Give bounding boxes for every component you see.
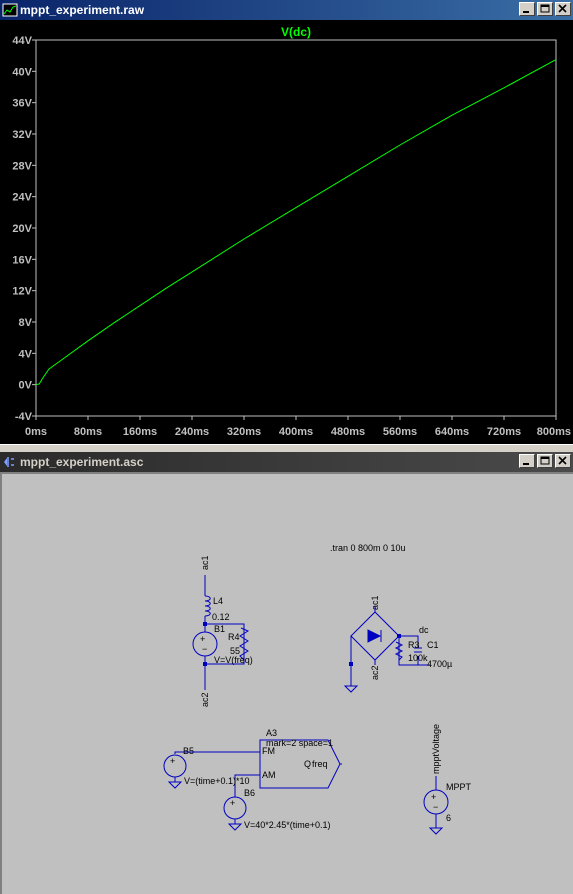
y-tick-label: 4V <box>19 348 33 360</box>
b5-value: V=(time+0.1)*10 <box>184 776 250 786</box>
mppt-minus-sign: − <box>433 802 438 812</box>
a3-name: A3 <box>266 728 277 738</box>
schematic-canvas[interactable]: .tran 0 800m 0 10u ac1 L4 0.12 B1 + − R4… <box>0 472 573 894</box>
a3-fm-pin: FM <box>262 746 275 756</box>
y-tick-label: 36V <box>12 98 32 110</box>
y-tick-label: 12V <box>12 286 32 298</box>
waveform-titlebar[interactable]: mppt_experiment.raw <box>0 0 573 20</box>
minimize-button[interactable] <box>519 454 535 468</box>
net-ac1-bridge: ac1 <box>370 595 380 610</box>
y-tick-label: 16V <box>12 254 32 266</box>
close-button[interactable] <box>555 454 571 468</box>
x-tick-label: 640ms <box>435 426 469 438</box>
y-tick-label: 24V <box>12 192 32 204</box>
x-tick-label: 0ms <box>25 426 47 438</box>
mppt-value: 6 <box>446 813 451 823</box>
junction-dot <box>349 662 353 666</box>
tran-directive[interactable]: .tran 0 800m 0 10u <box>330 543 406 553</box>
schematic-app-icon <box>4 457 14 467</box>
l4-value: 0.12 <box>212 612 230 622</box>
waveform-app-icon <box>2 3 18 17</box>
x-tick-label: 560ms <box>383 426 417 438</box>
trace-label[interactable]: V(dc) <box>281 25 311 39</box>
plot-area[interactable]: V(dc) -4V 0V 4V 8V 12V 16V 20V 24V 28V 32V 36V 40V 4… <box>0 20 573 443</box>
y-tick-label: 40V <box>12 66 32 78</box>
x-tick-label: 400ms <box>279 426 313 438</box>
a3-q-pin: Q <box>304 759 311 769</box>
x-tick-label: 320ms <box>227 426 261 438</box>
b6-value: V=40*2.45*(time+0.1) <box>244 820 331 830</box>
schematic-titlebar[interactable]: mppt_experiment.asc <box>0 452 573 472</box>
r3-name: R3 <box>408 640 420 650</box>
a3-params: mark=2 space=1 <box>266 738 333 748</box>
y-axis: -4V 0V 4V 8V 12V 16V 20V 24V 28V 32V 36V 40V 44V <box>12 35 36 423</box>
junction-dot <box>397 634 401 638</box>
mppt-plus-sign: + <box>431 792 436 802</box>
x-tick-label: 80ms <box>74 426 102 438</box>
series-layer <box>35 59 557 386</box>
y-tick-label: 28V <box>12 160 32 172</box>
r4-name: R4 <box>228 632 240 642</box>
b6-name: B6 <box>244 788 255 798</box>
x-tick-label: 800ms <box>537 426 571 438</box>
y-tick-label: 0V <box>19 380 33 392</box>
close-button[interactable] <box>555 2 571 16</box>
net-ac2-bridge: ac2 <box>370 665 380 680</box>
y-tick-label: -4V <box>15 411 33 423</box>
y-tick-label: 32V <box>12 129 32 141</box>
net-dc-label: dc <box>419 625 429 635</box>
b1-name: B1 <box>214 624 225 634</box>
x-tick-label: 480ms <box>331 426 365 438</box>
x-tick-label: 240ms <box>175 426 209 438</box>
x-tick-label: 720ms <box>487 426 521 438</box>
r3-value: 100k <box>408 653 428 663</box>
series-line-vdc[interactable] <box>35 59 557 386</box>
a3-am-pin: AM <box>262 770 276 780</box>
waveform-window: mppt_experiment.raw V(dc) -4V 0V 4V 8V 12V 16… <box>0 0 573 444</box>
window-title: mppt_experiment.asc <box>20 455 144 469</box>
b5-name: B5 <box>183 746 194 756</box>
net-mppt-voltage: mpptVoltage <box>431 724 441 774</box>
x-axis: 0ms 80ms 160ms 240ms 320ms 400ms 480ms 560ms 640… <box>25 416 571 438</box>
minimize-button[interactable] <box>519 2 535 16</box>
b6-plus-sign: + <box>230 798 235 808</box>
net-freq-label: freq <box>312 759 328 769</box>
junction-dot <box>203 622 207 626</box>
b1-value: V=V(freq) <box>214 655 253 665</box>
y-tick-label: 20V <box>12 223 32 235</box>
plot-frame <box>35 39 557 417</box>
b5-plus-sign: + <box>170 756 175 766</box>
c1-name: C1 <box>427 640 439 650</box>
l4-name: L4 <box>213 596 223 606</box>
net-ac1-label: ac1 <box>200 555 210 570</box>
b1-minus-sign: − <box>202 644 207 654</box>
c1-value: 4700µ <box>427 659 452 669</box>
maximize-button[interactable] <box>537 454 553 468</box>
y-tick-label: 8V <box>19 317 33 329</box>
waveform-chart[interactable]: V(dc) -4V 0V 4V 8V 12V 16V 20V 24V 28V 32V 36V 40V 4… <box>0 20 573 443</box>
window-title: mppt_experiment.raw <box>20 3 145 17</box>
net-ac2-label: ac2 <box>200 692 210 707</box>
b1-plus-sign: + <box>200 634 205 644</box>
x-tick-label: 160ms <box>123 426 157 438</box>
junction-dot <box>203 662 207 666</box>
y-tick-label: 44V <box>12 35 32 47</box>
mppt-name: MPPT <box>446 782 472 792</box>
maximize-button[interactable] <box>537 2 553 16</box>
